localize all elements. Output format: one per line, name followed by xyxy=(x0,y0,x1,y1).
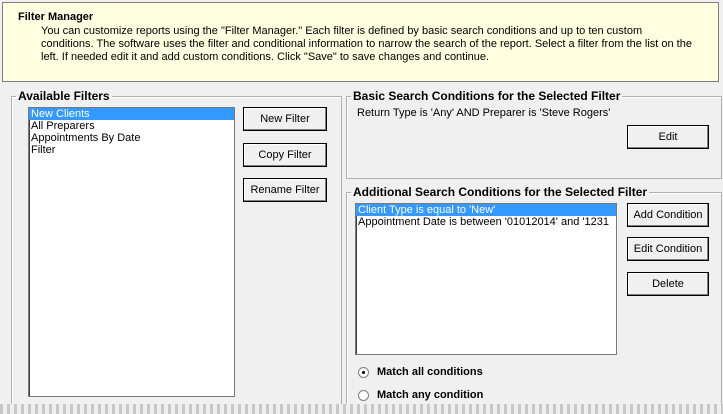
edit-condition-button[interactable]: Edit Condition xyxy=(627,237,709,261)
match-any-label: Match any condition xyxy=(377,389,484,401)
new-filter-button[interactable]: New Filter xyxy=(243,107,327,131)
match-all-label: Match all conditions xyxy=(377,366,483,378)
radio-checked-icon xyxy=(358,366,369,378)
edit-basic-button[interactable]: Edit xyxy=(627,125,709,149)
filter-item-new-clients[interactable]: New Clients xyxy=(29,108,234,120)
condition-item-appointment-date[interactable]: Appointment Date is between '01012014' a… xyxy=(356,216,616,228)
info-banner: Filter Manager You can customize reports… xyxy=(2,2,719,82)
banner-line: conditions. The software uses the filter… xyxy=(41,38,692,50)
available-filters-list[interactable]: New Clients All Preparers Appointments B… xyxy=(28,107,235,397)
radio-unchecked-icon xyxy=(358,389,369,401)
filter-item-all-preparers[interactable]: All Preparers xyxy=(29,120,234,132)
filter-item-appointments-by-date[interactable]: Appointments By Date xyxy=(29,132,234,144)
additional-conditions-legend: Additional Search Conditions for the Sel… xyxy=(353,185,648,199)
banner-description: You can customize reports using the "Fil… xyxy=(41,25,716,64)
available-filters-legend: Available Filters xyxy=(18,89,110,103)
banner-title: Filter Manager xyxy=(18,11,94,23)
condition-item-client-type[interactable]: Client Type is equal to 'New' xyxy=(356,204,616,216)
rename-filter-button[interactable]: Rename Filter xyxy=(243,178,327,202)
cropped-bottom-edge xyxy=(0,404,723,414)
delete-condition-button[interactable]: Delete xyxy=(627,272,709,296)
banner-line: You can customize reports using the "Fil… xyxy=(41,25,643,37)
copy-filter-button[interactable]: Copy Filter xyxy=(243,143,327,167)
match-all-radio[interactable]: Match all conditions xyxy=(358,366,483,378)
match-any-radio[interactable]: Match any condition xyxy=(358,389,483,401)
filter-item-filter[interactable]: Filter xyxy=(29,144,234,156)
basic-conditions-text: Return Type is 'Any' AND Preparer is 'St… xyxy=(357,107,611,119)
banner-line: left. If needed edit it and add custom c… xyxy=(41,51,490,63)
basic-conditions-legend: Basic Search Conditions for the Selected… xyxy=(353,89,621,103)
add-condition-button[interactable]: Add Condition xyxy=(627,203,709,227)
additional-conditions-list[interactable]: Client Type is equal to 'New' Appointmen… xyxy=(355,203,617,355)
